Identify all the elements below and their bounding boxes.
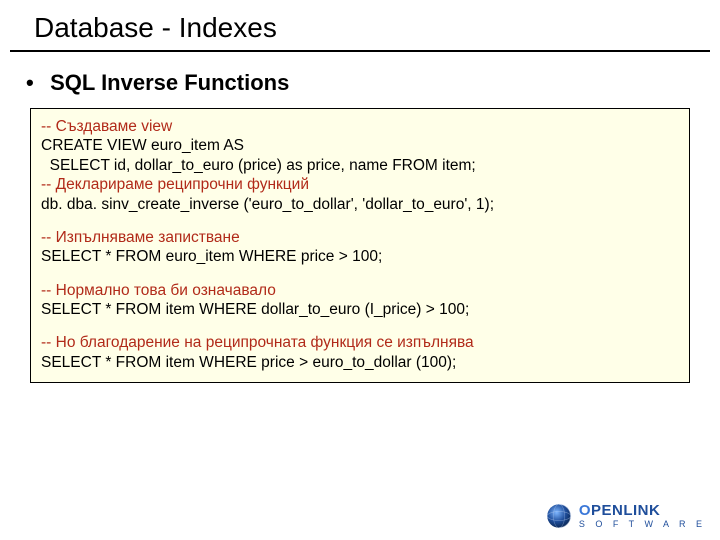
code-line: SELECT * FROM item WHERE price > euro_to… — [41, 353, 679, 372]
logo-name: OPENLINK — [579, 503, 706, 518]
slide: Database - Indexes • SQL Inverse Functio… — [0, 0, 720, 540]
code-comment: -- Но благодарение на реципрочната функц… — [41, 333, 679, 352]
slide-title: Database - Indexes — [0, 0, 720, 50]
bullet-dot: • — [26, 70, 44, 96]
logo-rest: PENLINK — [591, 502, 660, 519]
logo-subtitle: S O F T W A R E — [579, 519, 706, 529]
code-comment: -- Изпълняваме запистване — [41, 228, 679, 247]
code-comment: -- Нормално това би означавало — [41, 281, 679, 300]
logo-text-block: OPENLINK S O F T W A R E — [579, 503, 706, 529]
openlink-icon — [545, 502, 573, 530]
code-line: SELECT id, dollar_to_euro (price) as pri… — [41, 156, 679, 175]
logo-o: O — [579, 502, 591, 519]
code-block: -- Създаваме view CREATE VIEW euro_item … — [30, 108, 690, 383]
code-line: SELECT * FROM euro_item WHERE price > 10… — [41, 247, 679, 266]
footer-logo: OPENLINK S O F T W A R E — [545, 502, 706, 530]
code-comment: -- Създаваме view — [41, 117, 679, 136]
code-line: CREATE VIEW euro_item AS — [41, 136, 679, 155]
code-line: db. dba. sinv_create_inverse ('euro_to_d… — [41, 195, 679, 214]
subtitle-row: • SQL Inverse Functions — [0, 52, 720, 104]
code-comment: -- Декларираме реципрочни функций — [41, 175, 679, 194]
subtitle-text: SQL Inverse Functions — [50, 70, 289, 95]
code-line: SELECT * FROM item WHERE dollar_to_euro … — [41, 300, 679, 319]
